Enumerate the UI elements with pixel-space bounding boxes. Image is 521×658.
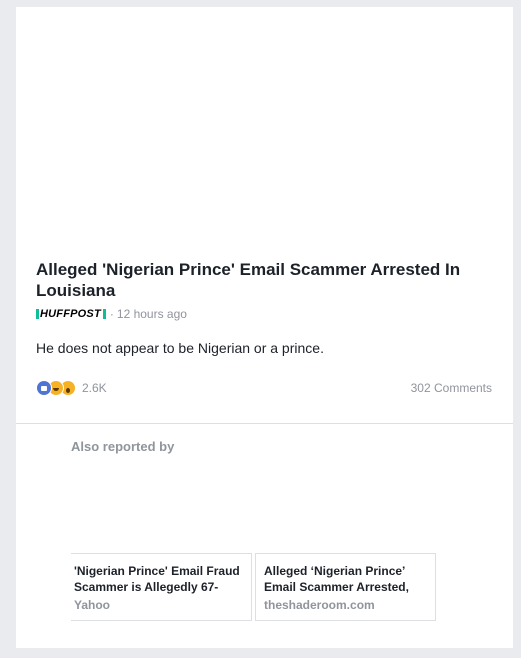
related-article-card[interactable]: Alleged ‘Nigerian Prince’ Email Scammer … [255,553,436,621]
also-reported-label: Also reported by [71,439,175,454]
article-headline[interactable]: Alleged 'Nigerian Prince' Email Scammer … [36,259,506,301]
reactions-summary[interactable]: 2.6K [36,380,107,396]
bottom-strip [0,648,406,658]
huffpost-logo[interactable]: HUFFPOST [36,308,106,320]
article-image[interactable] [16,7,513,249]
logo-bar-right [102,309,106,319]
source-row: HUFFPOST · 12 hours ago [36,307,187,321]
related-article-card[interactable]: 'Nigerian Prince' Email Fraud Scammer is… [71,553,252,621]
article-summary: He does not appear to be Nigerian or a p… [36,340,324,356]
divider [16,423,513,424]
logo-bar-left [36,309,39,319]
related-article-title: 'Nigerian Prince' Email Fraud Scammer is… [74,564,240,594]
like-reaction-icon [36,380,52,396]
related-article-title: Alleged ‘Nigerian Prince’ Email Scammer … [264,564,409,594]
related-article-source: Yahoo [74,598,111,612]
news-card: Alleged 'Nigerian Prince' Email Scammer … [16,7,513,648]
separator-dot: · [109,307,114,321]
comments-count-link[interactable]: 302 Comments [411,381,492,395]
post-timestamp[interactable]: 12 hours ago [117,307,187,321]
related-article-source: theshaderoom.com [264,598,375,612]
huffpost-logo-text: HUFFPOST [40,308,101,320]
reaction-count: 2.6K [82,381,107,395]
